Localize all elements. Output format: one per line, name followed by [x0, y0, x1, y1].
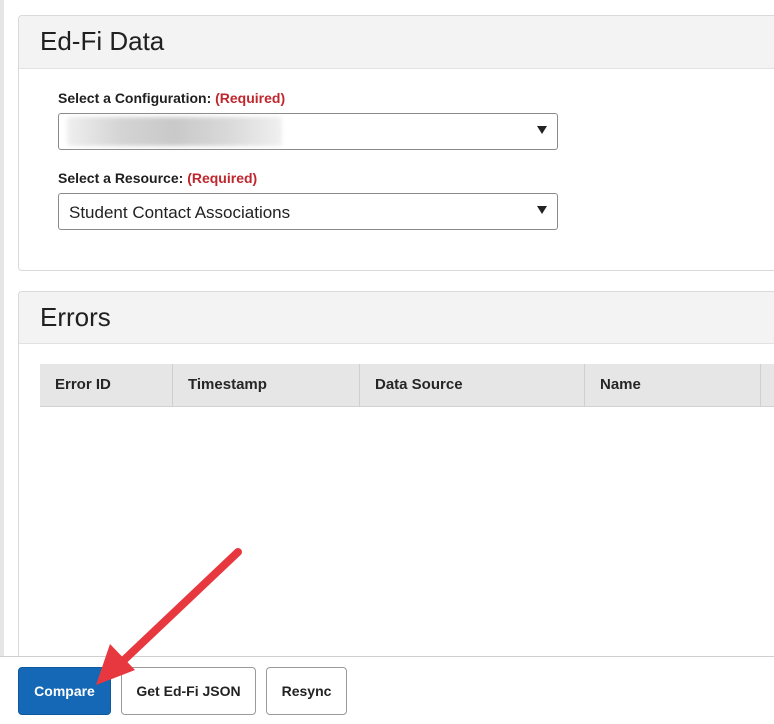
column-header-timestamp-label: Timestamp: [188, 376, 267, 393]
resource-value: Student Contact Associations: [69, 203, 291, 222]
compare-button[interactable]: Compare: [18, 667, 111, 715]
errors-table-header: Error ID Timestamp Data Source Name: [40, 364, 774, 407]
column-header-name-label: Name: [600, 376, 641, 393]
resource-select[interactable]: Student Contact Associations: [58, 193, 558, 230]
resource-required: (Required): [187, 170, 258, 186]
configuration-select[interactable]: [58, 113, 558, 150]
column-header-error-id[interactable]: Error ID: [40, 364, 173, 406]
edfi-data-header: Ed-Fi Data: [19, 16, 774, 69]
errors-card: Errors Error ID Timestamp Data Source Na…: [18, 291, 774, 671]
edfi-data-card: Ed-Fi Data Select a Configuration: (Requ…: [18, 15, 774, 271]
errors-header: Errors: [19, 292, 774, 344]
edfi-data-title: Ed-Fi Data: [40, 26, 165, 56]
resource-label-text: Select a Resource:: [58, 170, 184, 186]
column-header-timestamp[interactable]: Timestamp: [173, 364, 360, 406]
resync-button[interactable]: Resync: [266, 667, 347, 715]
page: Ed-Fi Data Select a Configuration: (Requ…: [0, 0, 774, 724]
column-header-data-source-label: Data Source: [375, 376, 463, 393]
get-edfi-json-button[interactable]: Get Ed-Fi JSON: [121, 667, 256, 715]
errors-title: Errors: [40, 302, 111, 332]
left-edge: [0, 0, 4, 724]
resource-dropdown-arrow-icon[interactable]: [537, 206, 547, 214]
configuration-label-text: Select a Configuration:: [58, 90, 212, 106]
configuration-required: (Required): [215, 90, 286, 106]
column-header-data-source[interactable]: Data Source: [360, 364, 585, 406]
action-bar: Compare Get Ed-Fi JSON Resync: [0, 656, 774, 724]
configuration-value-redacted: [67, 117, 282, 146]
configuration-dropdown-arrow-icon[interactable]: [537, 126, 547, 134]
column-header-error-id-label: Error ID: [55, 376, 111, 393]
column-header-name[interactable]: Name: [585, 364, 761, 406]
resource-label: Select a Resource: (Required): [58, 170, 257, 186]
configuration-label: Select a Configuration: (Required): [58, 90, 285, 106]
